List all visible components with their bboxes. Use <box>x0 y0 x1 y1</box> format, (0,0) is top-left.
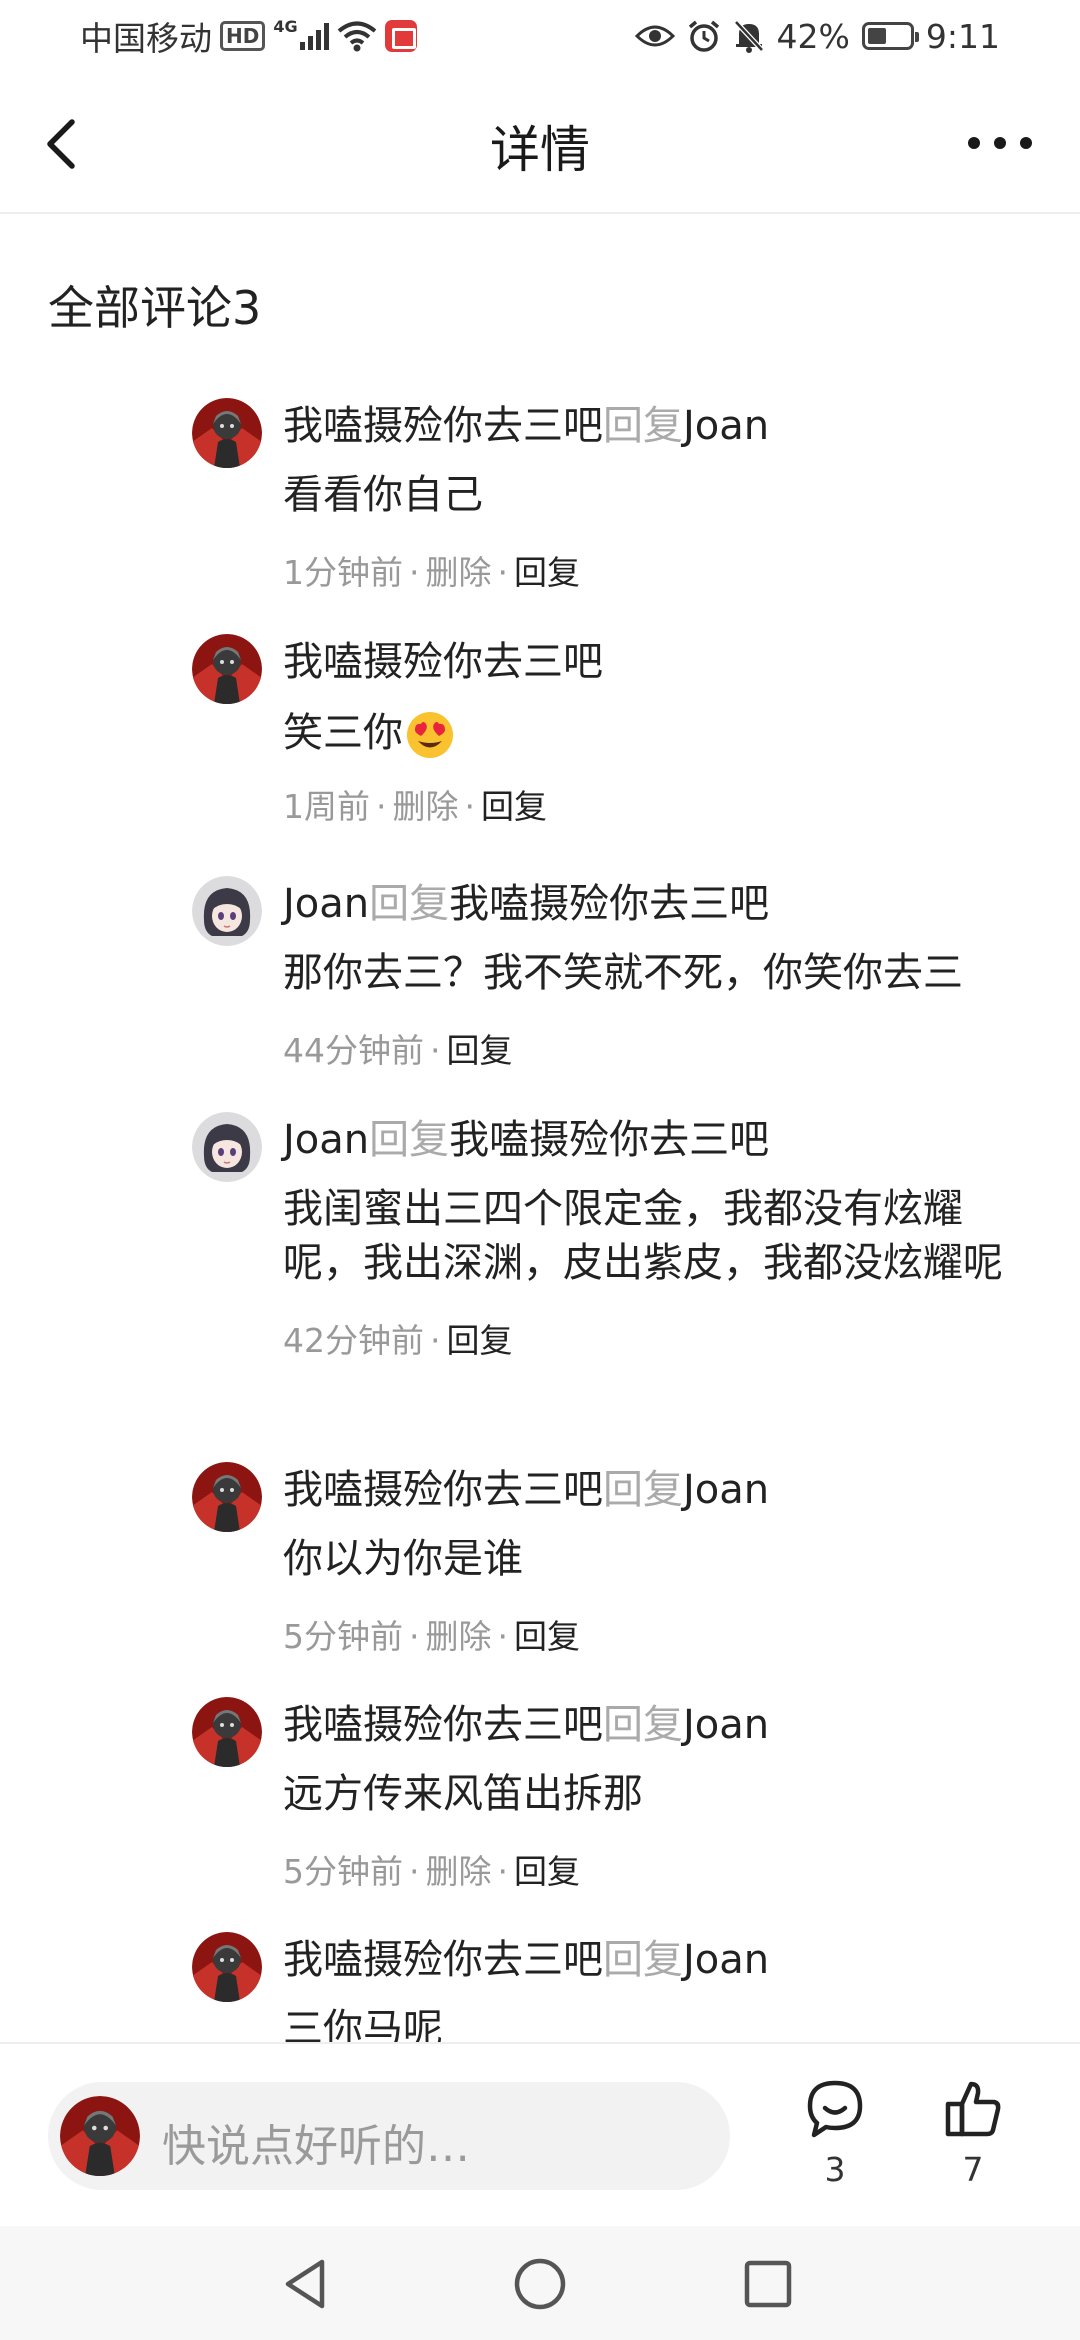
comment-time: 44分钟前 <box>283 1031 424 1070</box>
reply-word: 回复 <box>603 403 683 449</box>
reply-word: 回复 <box>603 1937 683 1983</box>
comment-meta: 5分钟前 · 删除 · 回复 <box>283 1852 580 1891</box>
page-title: 详情 <box>490 121 590 179</box>
status-left: 中国移动 HD 4G <box>80 14 417 58</box>
comment-time: 1周前 <box>283 787 370 826</box>
reply-to-name[interactable]: 我嗑摄殓你去三吧 <box>449 881 769 927</box>
comment-meta: 1分钟前 · 删除 · 回复 <box>283 553 580 592</box>
heart-eyes-emoji <box>407 712 453 758</box>
reply-button[interactable]: 回复 <box>514 553 580 592</box>
reply-word: 回复 <box>369 1117 450 1163</box>
like-button[interactable]: 7 <box>928 2078 1018 2198</box>
system-navigation-bar <box>0 2226 1080 2340</box>
comment-header: 我嗑摄殓你去三吧回复Joan <box>283 1462 1032 1518</box>
avatar <box>60 2096 140 2176</box>
reply-word: 回复 <box>603 1467 683 1513</box>
carrier-label: 中国移动 <box>80 19 212 58</box>
comment-count: 3 <box>824 2150 846 2189</box>
network-type: 4G <box>273 16 298 36</box>
author-name[interactable]: Joan <box>283 1117 369 1163</box>
thumbs-up-icon <box>945 2081 1001 2137</box>
reply-word: 回复 <box>603 1702 683 1748</box>
avatar[interactable] <box>192 634 262 704</box>
battery-percent: 42% <box>776 16 850 56</box>
comment-text: 看看你自己 <box>283 472 483 518</box>
comment-time: 42分钟前 <box>283 1321 424 1360</box>
comment-header: 我嗑摄殓你去三吧回复Joan <box>283 1697 1032 1753</box>
avatar[interactable] <box>192 1112 262 1182</box>
comment-header: Joan回复我嗑摄殓你去三吧 <box>283 876 1032 932</box>
wifi-icon <box>337 21 376 52</box>
comment-text: 那你去三？我不笑就不死，你笑你去三 <box>283 950 963 996</box>
avatar[interactable] <box>192 398 262 468</box>
status-bar: 中国移动 HD 4G 42% 9:11 <box>0 0 1080 72</box>
avatar[interactable] <box>192 1697 262 1767</box>
comment-text: 笑三你 <box>283 710 403 756</box>
hd-badge: HD <box>220 21 266 51</box>
author-name[interactable]: 我嗑摄殓你去三吧 <box>283 403 603 449</box>
reply-button[interactable]: 回复 <box>447 1031 513 1070</box>
signal-icon <box>299 22 329 50</box>
comment-count-button[interactable]: 3 <box>790 2078 880 2198</box>
avatar[interactable] <box>192 1462 262 1532</box>
author-name[interactable]: 我嗑摄殓你去三吧 <box>283 1467 603 1513</box>
eye-icon <box>634 25 675 47</box>
reply-to-name[interactable]: Joan <box>683 403 769 449</box>
back-triangle-icon[interactable] <box>278 2254 338 2314</box>
comment-header: 我嗑摄殓你去三吧回复Joan <box>283 1932 1032 1988</box>
comment-header: 我嗑摄殓你去三吧回复Joan <box>283 398 1032 454</box>
comment-meta: 44分钟前 · 回复 <box>283 1031 513 1070</box>
comment-text: 远方传来风笛出拆那 <box>283 1771 643 1817</box>
comment-input-placeholder: 快说点好听的… <box>162 2121 470 2172</box>
author-name[interactable]: 我嗑摄殓你去三吧 <box>283 639 603 685</box>
comment-text: 我闺蜜出三四个限定金，我都没有炫耀呢，我出深渊，皮出紫皮，我都没炫耀呢 <box>283 1186 1003 1286</box>
like-count: 7 <box>962 2150 984 2189</box>
author-name[interactable]: Joan <box>283 881 369 927</box>
reply-button[interactable]: 回复 <box>514 1617 580 1656</box>
delete-button[interactable]: 删除 <box>393 787 459 826</box>
bottom-bar: 快说点好听的… 3 7 <box>0 2042 1080 2226</box>
battery-icon <box>861 22 919 50</box>
reply-button[interactable]: 回复 <box>481 787 547 826</box>
comment-text: 你以为你是谁 <box>283 1536 523 1582</box>
alarm-icon <box>688 20 719 52</box>
comment-bubble-icon <box>807 2080 863 2138</box>
delete-button[interactable]: 删除 <box>426 1852 492 1891</box>
mute-bell-icon <box>733 20 764 53</box>
status-right: 42% 9:11 <box>634 14 1000 58</box>
reply-to-name[interactable]: 我嗑摄殓你去三吧 <box>449 1117 769 1163</box>
reply-to-name[interactable]: Joan <box>683 1702 769 1748</box>
delete-button[interactable]: 删除 <box>426 553 492 592</box>
comment-text-row: 笑三你 <box>283 706 1032 760</box>
reply-to-name[interactable]: Joan <box>683 1937 769 1983</box>
comment-time: 5分钟前 <box>283 1617 403 1656</box>
section-title: 全部评论3 <box>48 281 262 335</box>
reply-word: 回复 <box>369 881 450 927</box>
delete-button[interactable]: 删除 <box>426 1617 492 1656</box>
notification-app-icon <box>384 20 417 52</box>
comment-header: 我嗑摄殓你去三吧 <box>283 634 1032 690</box>
recents-square-icon[interactable] <box>738 2254 798 2314</box>
comment-item: 我嗑摄殓你去三吧回复Joan 三你马呢 <box>192 1932 1032 2042</box>
reply-button[interactable]: 回复 <box>514 1852 580 1891</box>
avatar[interactable] <box>192 1932 262 2002</box>
comment-meta: 5分钟前 · 删除 · 回复 <box>283 1617 580 1656</box>
comment-input[interactable]: 快说点好听的… <box>48 2082 730 2190</box>
comment-text: 三你马呢 <box>283 2006 443 2042</box>
clock: 9:11 <box>925 16 1000 56</box>
author-name[interactable]: 我嗑摄殓你去三吧 <box>283 1937 603 1983</box>
home-circle-icon[interactable] <box>510 2254 570 2314</box>
reply-button[interactable]: 回复 <box>447 1321 513 1360</box>
comment-time: 1分钟前 <box>283 553 403 592</box>
reply-to-name[interactable]: Joan <box>683 1467 769 1513</box>
author-name[interactable]: 我嗑摄殓你去三吧 <box>283 1702 603 1748</box>
comment-time: 5分钟前 <box>283 1852 403 1891</box>
more-dots-icon[interactable] <box>960 118 1040 168</box>
avatar[interactable] <box>192 876 262 946</box>
comment-header: Joan回复我嗑摄殓你去三吧 <box>283 1112 1032 1168</box>
nav-header: 详情 <box>0 72 1080 214</box>
comment-meta: 42分钟前 · 回复 <box>283 1321 513 1360</box>
comment-meta: 1周前 · 删除 · 回复 <box>283 787 547 826</box>
